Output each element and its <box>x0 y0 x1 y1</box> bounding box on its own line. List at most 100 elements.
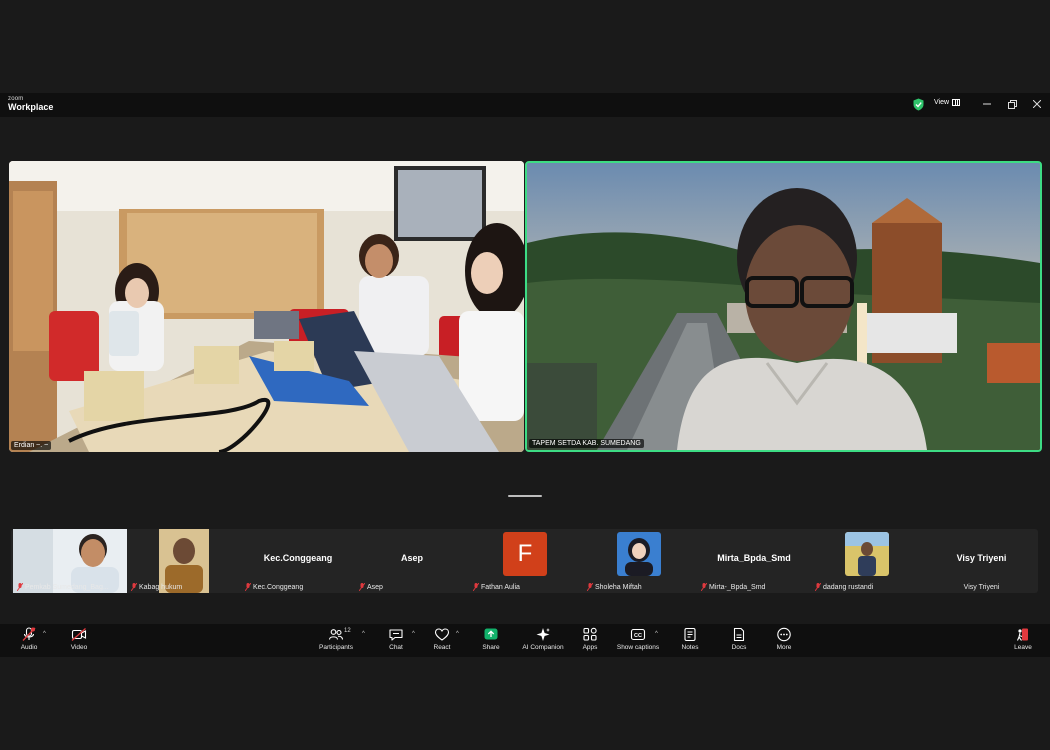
participant-name-tag: TAPEM SETDA KAB. SUMEDANG <box>529 439 644 448</box>
tile-label: Mirta-_Bpda_Smd <box>701 583 765 591</box>
participant-name: Kec.Conggeang <box>253 583 304 591</box>
meeting-room-video <box>9 161 524 452</box>
participant-display-name: Visy Triyeni <box>956 553 1007 563</box>
participant-name: Kabag hukum <box>139 583 183 591</box>
captions-options-chevron-up-icon[interactable]: ^ <box>655 631 658 637</box>
zoom-meeting-window: zoom Workplace View Erdian ~. ~ TAPEM SE… <box>0 93 1050 657</box>
profile-photo <box>617 532 661 576</box>
more-icon <box>777 627 791 642</box>
participant-display-name: Kec.Conggeang <box>263 553 333 563</box>
view-button[interactable]: View <box>934 99 961 106</box>
mic-muted-icon <box>131 583 137 591</box>
initial-avatar: F <box>503 532 547 576</box>
close-icon <box>1033 100 1041 108</box>
gallery-tile[interactable]: Kec.Conggeang Kec.Conggeang <box>241 529 355 593</box>
show-captions-button[interactable]: CC Show captions <box>608 627 668 651</box>
tile-label: Kabag hukum <box>131 583 182 591</box>
audio-label: Audio <box>20 644 38 651</box>
shield-check-icon[interactable] <box>913 98 924 111</box>
minimize-button[interactable] <box>980 97 994 111</box>
participant-display-name: Mirta_Bpda_Smd <box>717 553 791 563</box>
participant-display-name: Asep <box>400 553 423 563</box>
participant-name: Sholeha Miftah <box>595 583 642 591</box>
gallery-strip: Pemkab Sumedang_Bag... Kabag hukum Kec.C… <box>11 529 1038 593</box>
notes-label: Notes <box>681 644 699 651</box>
gallery-tile[interactable]: dadang rustandi <box>811 529 925 593</box>
apps-icon <box>583 627 597 641</box>
share-button[interactable]: Share <box>461 627 521 651</box>
show-captions-label: Show captions <box>616 644 660 651</box>
participants-icon <box>328 629 344 640</box>
gallery-tile[interactable]: Pemkab Sumedang_Bag... <box>13 529 127 593</box>
minimize-icon <box>983 103 991 105</box>
tile-label: Sholeha Miftah <box>587 583 642 591</box>
leave-button[interactable]: Leave <box>993 627 1050 651</box>
restore-button[interactable] <box>1005 97 1019 111</box>
tile-label: Fathan Aulia <box>473 583 520 591</box>
gallery-tile[interactable]: Asep Asep <box>355 529 469 593</box>
leave-label: Leave <box>1014 644 1032 651</box>
tile-label: Kec.Conggeang <box>245 583 303 591</box>
gallery-tile[interactable]: Visy Triyeni Visy Triyeni <box>925 529 1038 593</box>
view-label: View <box>934 99 950 106</box>
video-off-icon <box>71 628 87 641</box>
page-indicator[interactable] <box>508 495 542 497</box>
heart-icon <box>434 628 450 641</box>
share-screen-icon <box>484 628 498 640</box>
speaker-video <box>527 163 1040 450</box>
more-button[interactable]: More <box>754 627 814 651</box>
participants-label: Participants <box>319 644 353 651</box>
mic-muted-icon <box>701 583 707 591</box>
ai-companion-label: AI Companion <box>522 644 564 651</box>
chat-icon <box>389 629 403 641</box>
video-tile-main-left[interactable]: Erdian ~. ~ <box>9 161 524 452</box>
leave-icon <box>1016 628 1028 641</box>
zoom-workplace-logo: zoom Workplace <box>8 96 53 112</box>
participants-button[interactable]: Participants <box>306 627 366 651</box>
react-label: React <box>433 644 451 651</box>
title-bar: zoom Workplace View <box>0 93 1050 117</box>
participants-count-badge: 12 <box>344 628 351 634</box>
mic-muted-icon <box>359 583 365 591</box>
mic-muted-icon <box>245 583 251 591</box>
tile-label: dadang rustandi <box>815 583 873 591</box>
share-label: Share <box>482 644 500 651</box>
video-label: Video <box>70 644 88 651</box>
participants-options-chevron-up-icon[interactable]: ^ <box>362 631 365 637</box>
restore-icon <box>1007 99 1017 109</box>
video-tile-main-right-active-speaker[interactable]: TAPEM SETDA KAB. SUMEDANG <box>525 161 1042 452</box>
participant-name: Asep <box>367 583 383 591</box>
react-options-chevron-up-icon[interactable]: ^ <box>456 631 459 637</box>
mic-muted-icon <box>815 583 821 591</box>
logo-big-text: Workplace <box>8 102 54 112</box>
participant-name: Fathan Aulia <box>481 583 520 591</box>
mic-muted-icon <box>587 583 593 591</box>
tile-label: Asep <box>359 583 383 591</box>
gallery-tile[interactable]: Mirta_Bpda_Smd Mirta-_Bpda_Smd <box>697 529 811 593</box>
close-button[interactable] <box>1030 97 1044 111</box>
letterbox-bottom <box>0 657 1050 750</box>
mic-muted-icon <box>17 583 23 591</box>
mic-muted-icon <box>22 627 36 641</box>
mic-muted-icon <box>473 583 479 591</box>
profile-photo <box>845 532 889 576</box>
docs-icon <box>733 627 745 642</box>
sparkle-icon <box>536 628 550 641</box>
gallery-tile[interactable]: F Fathan Aulia <box>469 529 583 593</box>
audio-options-chevron-up-icon[interactable]: ^ <box>43 631 46 637</box>
letterbox-top <box>0 0 1050 93</box>
tile-label: Visy Triyeni <box>925 584 1038 591</box>
participant-name: Pemkab Sumedang_Bag... <box>25 583 109 591</box>
video-button[interactable]: Video <box>49 627 109 651</box>
notes-icon <box>684 627 696 642</box>
grid-icon <box>952 99 961 106</box>
participant-name: Visy Triyeni <box>963 584 1000 591</box>
gallery-tile[interactable]: Sholeha Miftah <box>583 529 697 593</box>
gallery-tile[interactable]: Kabag hukum <box>127 529 241 593</box>
apps-label: Apps <box>582 644 598 651</box>
closed-captions-icon: CC <box>630 628 646 641</box>
participant-name: dadang rustandi <box>823 583 874 591</box>
svg-text:CC: CC <box>634 633 642 639</box>
tile-label: Pemkab Sumedang_Bag... <box>17 583 109 591</box>
participant-name-tag: Erdian ~. ~ <box>11 441 52 450</box>
